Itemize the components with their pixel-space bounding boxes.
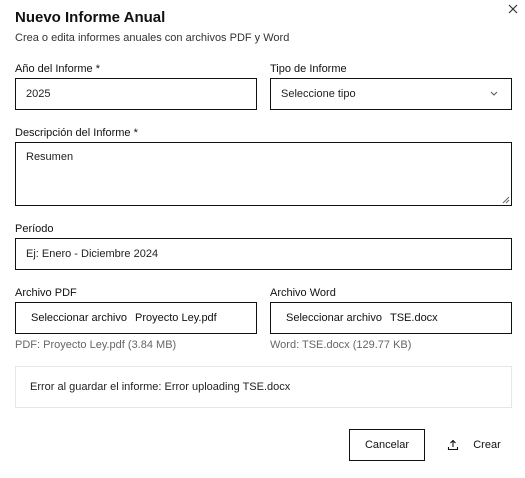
word-label: Archivo Word (270, 287, 336, 299)
close-icon-glyph (508, 4, 518, 14)
pdf-select-button[interactable]: Seleccionar archivo (31, 312, 127, 324)
period-label: Período (15, 223, 54, 235)
word-file-input[interactable]: Seleccionar archivo TSE.docx (270, 302, 512, 334)
year-input[interactable] (15, 78, 257, 110)
create-button[interactable]: Crear (436, 429, 512, 461)
pdf-file-input[interactable]: Seleccionar archivo Proyecto Ley.pdf (15, 302, 257, 334)
resize-handle-icon[interactable] (501, 195, 510, 204)
pdf-file-info: PDF: Proyecto Ley.pdf (3.84 MB) (15, 339, 177, 351)
pdf-label: Archivo PDF (15, 287, 77, 299)
pdf-filename: Proyecto Ley.pdf (135, 312, 217, 324)
word-file-info: Word: TSE.docx (129.77 KB) (270, 339, 412, 351)
word-filename: TSE.docx (390, 312, 438, 324)
type-label: Tipo de Informe (270, 63, 347, 75)
description-textarea[interactable]: Resumen (15, 142, 512, 206)
cancel-button[interactable]: Cancelar (349, 429, 425, 461)
period-input[interactable] (15, 238, 512, 270)
word-select-button[interactable]: Seleccionar archivo (286, 312, 382, 324)
type-select-value: Seleccione tipo (281, 88, 356, 100)
description-wrapper: Resumen (15, 142, 512, 206)
upload-icon (448, 439, 459, 451)
description-label: Descripción del Informe * (15, 127, 138, 139)
create-button-label: Crear (473, 439, 501, 451)
year-label: Año del Informe * (15, 63, 100, 75)
dialog-subtitle: Crea o edita informes anuales con archiv… (15, 32, 290, 44)
type-select[interactable]: Seleccione tipo (270, 78, 512, 110)
error-alert: Error al guardar el informe: Error uploa… (15, 366, 512, 408)
close-icon[interactable] (506, 2, 520, 16)
error-message: Error al guardar el informe: Error uploa… (30, 381, 291, 393)
report-dialog: Nuevo Informe Anual Crea o edita informe… (0, 0, 525, 478)
chevron-down-icon (490, 91, 498, 96)
dialog-title: Nuevo Informe Anual (15, 9, 166, 26)
